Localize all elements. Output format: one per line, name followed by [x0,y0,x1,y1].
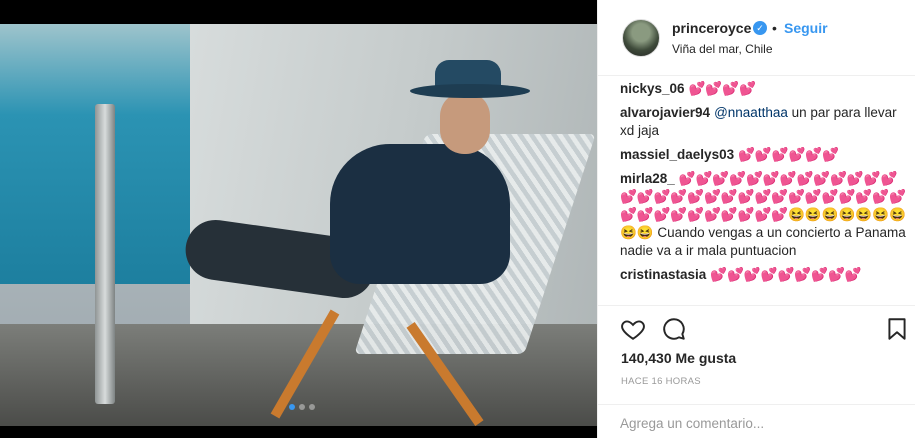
post-location[interactable]: Viña del mar, Chile [672,42,773,56]
comment-text: 💕💕💕💕💕💕💕💕💕 [710,267,862,282]
comment-item: alvarojavier94 @nnaatthaa un par para lle… [620,104,906,140]
comment-item: nickys_06 💕💕💕💕 [620,80,906,98]
comment-mention[interactable]: @nnaatthaa [714,105,788,120]
post-sidebar: princeroyce ✓ • Seguir Viña del mar, Chi… [597,0,915,438]
comment-username[interactable]: mirla28_ [620,171,675,186]
post-timestamp[interactable]: HACE 16 HORAS [621,376,701,387]
bookmark-icon[interactable] [884,316,910,342]
media-panel [0,0,597,438]
comment-text: 💕💕💕💕💕💕 [738,147,839,162]
post-header: princeroyce ✓ • Seguir Viña del mar, Chi… [598,0,915,76]
comment-item: massiel_daelys03 💕💕💕💕💕💕 [620,146,906,164]
photo-person-head [440,92,490,154]
comment-username[interactable]: alvarojavier94 [620,105,710,120]
comment-item: mirla28_ 💕💕💕💕💕💕💕💕💕💕💕💕💕💕💕💕💕💕💕💕💕💕💕💕💕💕💕💕💕💕💕💕… [620,170,906,260]
comment-text: 💕💕💕💕 [688,81,756,96]
comments-list: nickys_06 💕💕💕💕 alvarojavier94 @nnaatthaa u… [620,80,906,305]
carousel-indicator [289,404,315,410]
comment-username[interactable]: massiel_daelys03 [620,147,734,162]
carousel-dot[interactable] [299,404,305,410]
comment-input[interactable] [620,413,890,433]
comment-username[interactable]: cristinastasia [620,267,706,282]
avatar[interactable] [622,19,660,57]
comment-item: cristinastasia 💕💕💕💕💕💕💕💕💕 [620,266,906,284]
post-photo[interactable] [0,24,597,426]
header-separator: • [772,20,777,36]
carousel-dot[interactable] [289,404,295,410]
comment-username[interactable]: nickys_06 [620,81,685,96]
verified-badge-icon: ✓ [753,21,767,35]
photo-hat-brim [410,84,530,98]
comment-composer [598,404,915,438]
photo-person-body [330,144,510,284]
follow-button[interactable]: Seguir [784,20,828,36]
post-username[interactable]: princeroyce [672,20,751,36]
carousel-dot[interactable] [309,404,315,410]
photo-railing [95,104,115,404]
comment-icon[interactable] [661,316,687,342]
likes-count[interactable]: 140,430 Me gusta [621,350,736,366]
post-actions: 140,430 Me gusta HACE 16 HORAS [598,305,915,405]
heart-icon[interactable] [620,316,646,342]
